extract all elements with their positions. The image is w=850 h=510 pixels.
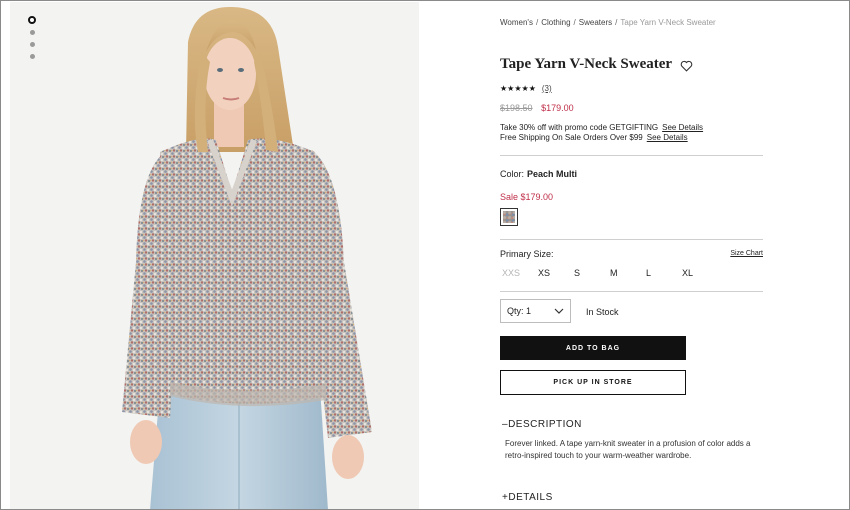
color-sale-price: Sale $179.00	[500, 192, 554, 202]
shipping-details-link[interactable]: See Details	[647, 133, 688, 142]
breadcrumb-current: Tape Yarn V-Neck Sweater	[620, 18, 716, 27]
original-price: $198.50	[500, 103, 533, 113]
star-rating-icon: ★★★★★	[500, 84, 536, 93]
size-label: Primary Size:	[500, 249, 554, 259]
price-block: $198.50 $179.00	[500, 103, 574, 113]
divider	[500, 155, 763, 156]
model-photo	[10, 2, 419, 509]
quantity-value: Qty: 1	[507, 306, 532, 316]
promo-block: Take 30% off with promo code GETGIFTING S…	[500, 123, 703, 143]
gallery-dot-2[interactable]	[29, 30, 35, 35]
size-option-xxs: XXS	[502, 268, 521, 278]
quantity-select[interactable]: Qty: 1	[500, 299, 571, 323]
breadcrumb: Women's / Clothing / Sweaters / Tape Yarn V-Ne…	[500, 18, 716, 27]
title-row: Tape Yarn V-Neck Sweater	[500, 56, 693, 73]
gallery-dot-4[interactable]	[29, 54, 35, 59]
breadcrumb-womens[interactable]: Women's	[500, 18, 533, 27]
breadcrumb-sweaters[interactable]: Sweaters	[579, 18, 612, 27]
promo-details-link[interactable]: See Details	[662, 123, 703, 132]
size-option-m[interactable]: M	[608, 268, 644, 278]
gallery-dot-1[interactable]	[28, 16, 36, 24]
review-count-link[interactable]: (3)	[542, 84, 552, 93]
breadcrumb-separator: /	[535, 18, 539, 27]
rating: ★★★★★ (3)	[500, 84, 552, 93]
stock-status: In Stock	[586, 307, 619, 317]
details-toggle[interactable]: +DETAILS	[502, 492, 553, 503]
chevron-down-icon	[554, 308, 564, 314]
color-label: Color:	[500, 169, 525, 179]
divider	[500, 239, 763, 240]
breadcrumb-clothing[interactable]: Clothing	[541, 18, 570, 27]
size-option-s[interactable]: S	[572, 268, 608, 278]
page-frame: Women's / Clothing / Sweaters / Tape Yarn V-Ne…	[0, 0, 850, 510]
size-option-l[interactable]: L	[644, 268, 680, 278]
size-chart-link[interactable]: Size Chart	[730, 250, 763, 257]
details-header: DETAILS	[508, 492, 553, 503]
promo-text: Take 30% off with promo code GETGIFTING	[500, 123, 659, 132]
product-title: Tape Yarn V-Neck Sweater	[500, 56, 673, 72]
gallery-dot-3[interactable]	[29, 42, 35, 47]
breadcrumb-separator: /	[573, 18, 576, 27]
add-to-bag-button[interactable]: ADD TO BAG	[500, 336, 686, 360]
size-option-xs[interactable]: XS	[536, 268, 572, 278]
description-toggle[interactable]: –DESCRIPTION	[502, 419, 582, 430]
size-option-xl[interactable]: XL	[680, 268, 716, 278]
product-image[interactable]	[10, 2, 419, 509]
shipping-text: Free Shipping On Sale Orders Over $99	[500, 133, 643, 142]
divider	[500, 291, 763, 292]
description-header: DESCRIPTION	[508, 419, 582, 430]
gallery-pagination	[28, 16, 36, 66]
sale-price: $179.00	[541, 103, 574, 113]
heart-icon[interactable]	[680, 59, 693, 72]
pick-up-in-store-button[interactable]: PICK UP IN STORE	[500, 370, 686, 395]
color-value: Peach Multi	[527, 169, 578, 179]
description-text: Forever linked. A tape yarn-knit sweater…	[505, 439, 751, 460]
breadcrumb-separator: /	[615, 18, 618, 27]
size-options: XXS XS S M L XL	[500, 268, 716, 278]
color-row: Color: Peach Multi	[500, 169, 577, 179]
color-swatch-peach-multi[interactable]	[500, 208, 518, 226]
